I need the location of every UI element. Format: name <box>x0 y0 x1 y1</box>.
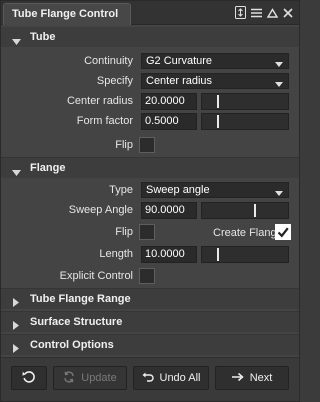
undo-all-label: Undo All <box>159 372 201 384</box>
continuity-value: G2 Curvature <box>146 55 213 67</box>
collapse-up-icon[interactable] <box>266 6 278 19</box>
tube-flip-checkbox[interactable] <box>139 137 155 153</box>
form-factor-input[interactable]: 0.5000 <box>141 113 197 130</box>
center-radius-input[interactable]: 20.0000 <box>141 93 197 110</box>
explicit-control-checkbox[interactable] <box>139 268 155 284</box>
flange-flip-label: Flip <box>115 226 133 238</box>
center-radius-slider[interactable] <box>201 93 289 110</box>
section-title: Tube Flange Range <box>30 293 131 305</box>
length-slider[interactable] <box>201 246 289 263</box>
section-header-surface-structure[interactable]: Surface Structure <box>1 312 299 332</box>
form-factor-label: Form factor <box>76 115 133 127</box>
footer-bar: Update Undo All Next <box>1 357 299 401</box>
flange-flip-checkbox[interactable] <box>139 224 155 240</box>
form-factor-value: 0.5000 <box>145 115 179 127</box>
next-button[interactable]: Next <box>215 366 289 390</box>
length-label: Length <box>99 248 133 260</box>
slider-thumb[interactable] <box>217 115 219 128</box>
type-value: Sweep angle <box>146 184 210 196</box>
section-title: Control Options <box>30 339 114 351</box>
update-button[interactable]: Update <box>53 366 127 390</box>
slider-thumb[interactable] <box>217 95 219 108</box>
tube-flange-control-panel: Tube Flange Control Tube Continuity G2 C… <box>0 0 300 402</box>
type-dropdown[interactable]: Sweep angle <box>141 182 289 198</box>
center-radius-label: Center radius <box>66 95 133 107</box>
close-icon[interactable] <box>282 6 294 19</box>
dropdown-caret-icon <box>275 58 283 72</box>
create-flange-label: Create Flange <box>213 227 283 239</box>
explicit-control-label: Explicit Control <box>59 270 133 282</box>
specify-dropdown[interactable]: Center radius <box>141 73 289 89</box>
section-title: Flange <box>30 162 66 174</box>
update-label: Update <box>81 372 117 384</box>
length-input[interactable]: 10.0000 <box>141 246 197 263</box>
refresh-icon <box>63 370 75 386</box>
section-header-tube-flange-range[interactable]: Tube Flange Range <box>1 289 299 309</box>
reset-icon <box>22 370 36 387</box>
checkmark-icon <box>277 227 289 238</box>
form-factor-slider[interactable] <box>201 113 289 130</box>
sweep-angle-value: 90.0000 <box>145 204 185 216</box>
dropdown-caret-icon <box>275 187 283 201</box>
section-header-tube[interactable]: Tube <box>1 27 299 47</box>
undo-icon <box>142 372 154 385</box>
slider-thumb[interactable] <box>217 248 219 261</box>
window-title: Tube Flange Control <box>12 8 119 20</box>
slider-thumb[interactable] <box>254 204 256 217</box>
tube-flip-label: Flip <box>115 139 133 151</box>
section-title: Surface Structure <box>30 316 123 328</box>
undo-all-button[interactable]: Undo All <box>133 366 209 390</box>
sweep-angle-input[interactable]: 90.0000 <box>141 202 197 219</box>
window-title-tab[interactable]: Tube Flange Control <box>3 3 131 25</box>
sweep-angle-label: Sweep Angle <box>68 204 133 216</box>
reset-button[interactable] <box>11 366 47 390</box>
create-flange-checkbox[interactable] <box>275 224 291 240</box>
next-label: Next <box>249 372 273 384</box>
menu-icon[interactable] <box>250 6 262 19</box>
sweep-angle-slider[interactable] <box>201 202 289 219</box>
arrow-right-icon <box>231 372 244 385</box>
type-label: Type <box>109 184 133 196</box>
continuity-label: Continuity <box>84 55 133 67</box>
specify-value: Center radius <box>146 75 213 87</box>
center-radius-value: 20.0000 <box>145 95 185 107</box>
section-header-control-options[interactable]: Control Options <box>1 335 299 355</box>
continuity-dropdown[interactable]: G2 Curvature <box>141 53 289 69</box>
dropdown-caret-icon <box>275 78 283 92</box>
title-bar: Tube Flange Control <box>1 1 299 25</box>
chevron-down-icon <box>12 33 21 53</box>
chevron-down-icon <box>12 164 21 184</box>
section-header-flange[interactable]: Flange <box>1 158 299 178</box>
specify-label: Specify <box>96 75 133 87</box>
length-value: 10.0000 <box>145 248 185 260</box>
section-title: Tube <box>30 31 56 43</box>
pin-icon[interactable] <box>234 6 246 19</box>
